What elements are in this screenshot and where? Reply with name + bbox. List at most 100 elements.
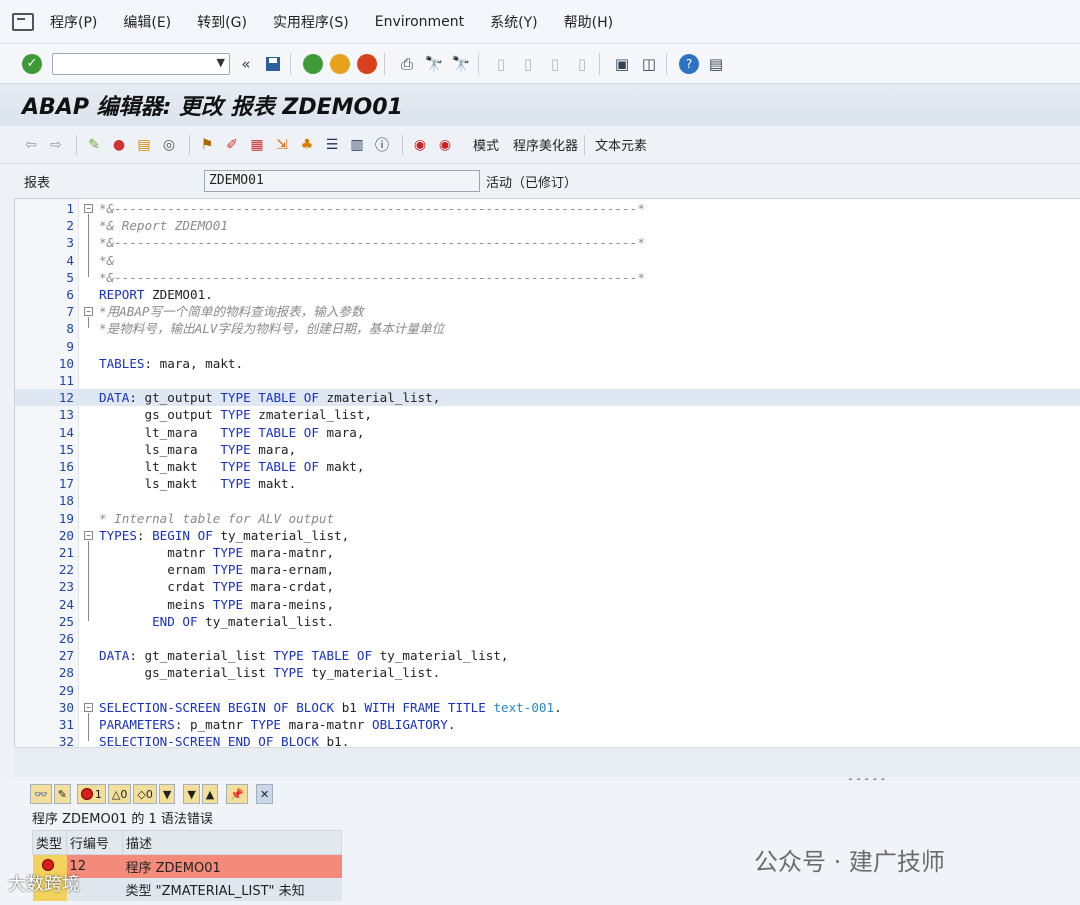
external-breakpoint-icon[interactable]: ◉ bbox=[434, 134, 456, 156]
code-line[interactable]: 25 END OF ty_material_list. bbox=[15, 613, 1080, 630]
object-list-icon[interactable]: ♣ bbox=[296, 134, 318, 156]
mode-button[interactable]: 模式 bbox=[473, 135, 499, 154]
code-line[interactable]: 31 PARAMETERS: p_matnr TYPE mara-matnr OB… bbox=[15, 716, 1080, 733]
code-line[interactable]: 27 DATA: gt_material_list TYPE TABLE OF t… bbox=[15, 647, 1080, 664]
print-icon[interactable]: ⎙ bbox=[396, 53, 418, 75]
line-number: 11 bbox=[58, 373, 74, 388]
edit-pencil-icon[interactable]: ✎ bbox=[53, 784, 71, 804]
fold-guide bbox=[88, 214, 89, 277]
code-line[interactable]: 24 meins TYPE mara-meins, bbox=[15, 596, 1080, 613]
report-name-field[interactable]: ZDEMO01 bbox=[204, 170, 480, 192]
code-line[interactable]: 5 *&-------------------------------------… bbox=[15, 269, 1080, 286]
find-icon[interactable]: 🔭 bbox=[423, 53, 445, 75]
code-line[interactable]: 26 bbox=[15, 630, 1080, 647]
enter-check-icon[interactable]: ✓ bbox=[22, 53, 42, 74]
display-change-icon[interactable]: ✎ bbox=[83, 134, 105, 156]
back-arrow-icon[interactable]: ⇦ bbox=[20, 134, 42, 156]
code-line[interactable]: 3 *&-------------------------------------… bbox=[15, 234, 1080, 251]
code-line[interactable]: 14 lt_mara TYPE TABLE OF mara, bbox=[15, 424, 1080, 441]
info-filter-button[interactable]: ◇ 0 bbox=[133, 784, 157, 804]
code-line[interactable]: 29 bbox=[15, 682, 1080, 699]
menu-goto[interactable]: 转到(G) bbox=[197, 12, 247, 32]
fold-guide bbox=[88, 540, 89, 621]
code-line[interactable]: 32 SELECTION-SCREEN END OF BLOCK b1. bbox=[15, 733, 1080, 747]
test-icon[interactable]: ✐ bbox=[221, 134, 243, 156]
fold-toggle-icon[interactable]: − bbox=[84, 307, 93, 317]
code-line[interactable]: 15 ls_mara TYPE mara, bbox=[15, 441, 1080, 458]
menu-edit[interactable]: 编辑(E) bbox=[123, 12, 171, 32]
menu-system[interactable]: 系统(Y) bbox=[490, 12, 537, 32]
check-icon[interactable]: ◎ bbox=[158, 134, 180, 156]
menu-environment[interactable]: Environment bbox=[375, 14, 464, 30]
code-line[interactable]: 12 DATA: gt_output TYPE TABLE OF zmateria… bbox=[15, 389, 1080, 407]
code-line[interactable]: 23 crdat TYPE mara-crdat, bbox=[15, 578, 1080, 595]
next-page-icon[interactable]: ▯ bbox=[544, 53, 566, 75]
code-text: *&--------------------------------------… bbox=[99, 201, 645, 216]
code-line[interactable]: 18 bbox=[15, 492, 1080, 509]
code-line[interactable]: 19 * Internal table for ALV output bbox=[15, 510, 1080, 527]
exit-icon[interactable] bbox=[329, 53, 351, 75]
code-line[interactable]: 7− *用ABAP写一个简单的物料查询报表，输入参数 bbox=[15, 303, 1080, 320]
code-line[interactable]: 22 ernam TYPE mara-ernam, bbox=[15, 561, 1080, 578]
active-inactive-icon[interactable]: ● bbox=[108, 134, 130, 156]
chevron-down-icon[interactable]: ▼ bbox=[217, 56, 225, 69]
find-next-icon[interactable]: 🔭 bbox=[450, 53, 472, 75]
code-line[interactable]: 8 *是物料号，输出ALV字段为物料号，创建日期，基本计量单位 bbox=[15, 320, 1080, 337]
previous-page-icon[interactable]: ▯ bbox=[517, 53, 539, 75]
split-screen-icon[interactable]: ▥ bbox=[346, 134, 368, 156]
menu-program[interactable]: 程序(P) bbox=[50, 12, 97, 32]
menu-utilities[interactable]: 实用程序(S) bbox=[273, 12, 349, 32]
new-session-icon[interactable]: ▣ bbox=[611, 53, 633, 75]
navigation-icon[interactable]: ⇲ bbox=[271, 134, 293, 156]
glasses-icon[interactable]: 👓 bbox=[30, 784, 52, 804]
menu-window-icon[interactable] bbox=[12, 12, 34, 31]
code-line[interactable]: 13 gs_output TYPE zmaterial_list, bbox=[15, 406, 1080, 423]
close-panel-icon[interactable]: ✕ bbox=[255, 784, 274, 804]
warnings-filter-button[interactable]: △ 0 bbox=[107, 784, 132, 804]
code-line[interactable]: 21 matnr TYPE mara-matnr, bbox=[15, 544, 1080, 561]
code-line[interactable]: 6 REPORT ZDEMO01. bbox=[15, 286, 1080, 303]
code-text: REPORT ZDEMO01. bbox=[99, 287, 213, 302]
code-line[interactable]: 30− SELECTION-SCREEN BEGIN OF BLOCK b1 WI… bbox=[15, 699, 1080, 716]
back-icon[interactable] bbox=[302, 53, 324, 75]
where-used-icon[interactable]: ▦ bbox=[246, 134, 268, 156]
code-line[interactable]: 4 *& bbox=[15, 252, 1080, 269]
code-line[interactable]: 20− TYPES: BEGIN OF ty_material_list, bbox=[15, 527, 1080, 544]
first-page-icon[interactable]: ▯ bbox=[490, 53, 512, 75]
back-double-arrow-icon[interactable]: « bbox=[235, 53, 257, 75]
code-line[interactable]: 9 bbox=[15, 338, 1080, 355]
fold-toggle-icon[interactable]: − bbox=[84, 530, 93, 540]
layout-menu-icon[interactable]: ▤ bbox=[705, 53, 727, 75]
info-icon[interactable]: ⓘ bbox=[371, 134, 393, 156]
last-page-icon[interactable]: ▯ bbox=[571, 53, 593, 75]
chevron-up-icon[interactable]: ▲ bbox=[201, 784, 219, 804]
shortcut-icon[interactable]: ◫ bbox=[638, 53, 660, 75]
pretty-printer-button[interactable]: 程序美化器 bbox=[513, 135, 578, 154]
cancel-icon[interactable] bbox=[356, 53, 378, 75]
save-icon[interactable] bbox=[262, 53, 284, 75]
code-line[interactable]: 11 bbox=[15, 372, 1080, 389]
list-icon[interactable]: ☰ bbox=[321, 134, 343, 156]
command-field[interactable]: ▼ bbox=[52, 52, 230, 75]
error-icon bbox=[80, 788, 93, 800]
help-icon[interactable]: ? bbox=[678, 53, 700, 75]
filter-icon[interactable]: ▼ bbox=[158, 784, 176, 804]
errors-filter-button[interactable]: 1 bbox=[76, 784, 106, 804]
chevron-down-icon[interactable]: ▼ bbox=[183, 784, 200, 804]
other-object-icon[interactable]: ▤ bbox=[133, 134, 155, 156]
code-line[interactable]: 10 TABLES: mara, makt. bbox=[15, 355, 1080, 372]
forward-arrow-icon[interactable]: ⇨ bbox=[45, 134, 67, 156]
fold-toggle-icon[interactable]: − bbox=[84, 702, 93, 712]
code-line[interactable]: 28 gs_material_list TYPE ty_material_lis… bbox=[15, 664, 1080, 681]
pin-icon[interactable]: 📌 bbox=[226, 784, 248, 804]
activate-icon[interactable]: ⚑ bbox=[196, 134, 218, 156]
code-line[interactable]: 16 lt_makt TYPE TABLE OF makt, bbox=[15, 458, 1080, 475]
code-line[interactable]: 17 ls_makt TYPE makt. bbox=[15, 475, 1080, 492]
code-line[interactable]: 2 *& Report ZDEMO01 bbox=[15, 217, 1080, 234]
menu-help[interactable]: 帮助(H) bbox=[564, 12, 613, 32]
text-elements-button[interactable]: 文本元素 bbox=[595, 135, 647, 154]
code-editor[interactable]: 1− *&------------------------------------… bbox=[14, 198, 1080, 747]
code-line[interactable]: 1 − *&------------------------------------… bbox=[15, 200, 1080, 217]
fold-toggle-icon[interactable]: − bbox=[84, 204, 93, 213]
breakpoint-icon[interactable]: ◉ bbox=[409, 134, 431, 156]
